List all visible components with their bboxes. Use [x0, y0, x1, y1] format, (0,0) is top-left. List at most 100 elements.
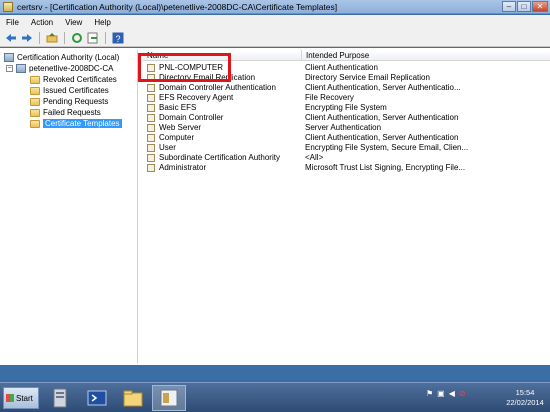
template-list: Name Intended Purpose PNL-COMPUTER Client… [143, 50, 550, 363]
windows-logo-icon [6, 394, 14, 402]
template-purpose: Directory Service Email Replication [305, 73, 430, 82]
template-row[interactable]: EFS Recovery Agent File Recovery [143, 93, 550, 103]
tree-item-revoked[interactable]: Revoked Certificates [30, 74, 117, 85]
window-title: certsrv - [Certification Authority (Loca… [17, 1, 338, 12]
template-purpose: Encrypting File System [305, 103, 387, 112]
volume-icon[interactable]: ◀ [449, 389, 455, 398]
template-row[interactable]: Administrator Microsoft Trust List Signin… [143, 163, 550, 173]
template-purpose: File Recovery [305, 93, 354, 102]
certificate-template-icon [147, 163, 155, 172]
template-name-cell: User [147, 143, 302, 152]
template-purpose: Microsoft Trust List Signing, Encrypting… [305, 163, 466, 172]
menu-file[interactable]: File [6, 18, 19, 27]
template-row[interactable]: Subordinate Certification Authority <All> [143, 153, 550, 163]
taskbar-server-manager-icon[interactable] [44, 385, 78, 411]
certificate-template-icon [147, 133, 155, 142]
toolbar-separator [105, 31, 106, 44]
tree-ca-node[interactable]: − petenetlive-2008DC-CA [6, 63, 114, 74]
template-row[interactable]: Domain Controller Authentication Client A… [143, 83, 550, 93]
template-name: Domain Controller [159, 113, 224, 122]
menu-bar: File Action View Help [0, 15, 550, 29]
minimize-button[interactable]: – [502, 1, 516, 12]
template-purpose: Client Authentication [305, 63, 378, 72]
back-icon[interactable] [4, 31, 18, 45]
template-row[interactable]: Web Server Server Authentication [143, 123, 550, 133]
toolbar: ? [0, 29, 550, 47]
certsrv-app-icon [3, 1, 13, 12]
flag-icon[interactable]: ⚑ [426, 389, 433, 398]
folder-icon [30, 86, 40, 95]
certificate-template-icon [147, 153, 155, 162]
certificate-template-icon [147, 123, 155, 132]
toolbar-separator [64, 31, 65, 44]
template-purpose: Server Authentication [305, 123, 382, 132]
refresh-icon[interactable] [70, 31, 84, 45]
tree-root[interactable]: Certification Authority (Local) [4, 52, 119, 63]
tree-item-label: Failed Requests [43, 108, 101, 117]
template-row[interactable]: Computer Client Authentication, Server Au… [143, 133, 550, 143]
template-name: Subordinate Certification Authority [159, 153, 280, 162]
toolbar-separator [39, 31, 40, 44]
template-name-cell: Domain Controller [147, 113, 302, 122]
menu-help[interactable]: Help [94, 18, 110, 27]
taskbar-explorer-icon[interactable] [116, 385, 150, 411]
template-name: EFS Recovery Agent [159, 93, 234, 102]
menu-view[interactable]: View [65, 18, 82, 27]
system-tray: ⚑ ▣ ◀ ⊘ [426, 389, 466, 398]
template-purpose: Encrypting File System, Secure Email, Cl… [305, 143, 469, 152]
start-label: Start [16, 393, 33, 403]
start-button[interactable]: Start [3, 387, 39, 409]
template-name: Domain Controller Authentication [159, 83, 276, 92]
column-header-purpose[interactable]: Intended Purpose [302, 50, 550, 61]
tree-ca-label: petenetlive-2008DC-CA [29, 64, 114, 73]
template-row[interactable]: Basic EFS Encrypting File System [143, 103, 550, 113]
certificate-template-icon [147, 83, 155, 92]
tree-root-label: Certification Authority (Local) [17, 53, 120, 62]
svg-text:?: ? [116, 34, 121, 44]
up-icon[interactable] [45, 31, 59, 45]
console-content: Certification Authority (Local) − petene… [0, 48, 550, 365]
help-icon[interactable]: ? [111, 31, 125, 45]
tree-item-certificate-templates[interactable]: Certificate Templates [30, 118, 122, 129]
certificate-template-icon [147, 113, 155, 122]
template-name-cell: Administrator [147, 163, 302, 172]
title-bar: certsrv - [Certification Authority (Loca… [0, 0, 550, 14]
template-name: Computer [159, 133, 195, 142]
folder-icon [30, 108, 40, 117]
tree-item-pending[interactable]: Pending Requests [30, 96, 108, 107]
menu-action[interactable]: Action [31, 18, 53, 27]
template-row[interactable]: User Encrypting File System, Secure Email… [143, 143, 550, 153]
notification-icon[interactable]: ⊘ [459, 389, 466, 398]
template-name-cell: Computer [147, 133, 302, 142]
tree-item-label: Certificate Templates [43, 119, 122, 128]
tree-item-label: Pending Requests [43, 97, 109, 106]
template-name-cell: EFS Recovery Agent [147, 93, 302, 102]
certificate-template-icon [147, 93, 155, 102]
certificate-template-icon [147, 143, 155, 152]
taskbar-certsrv-icon[interactable] [152, 385, 186, 411]
forward-icon[interactable] [20, 31, 34, 45]
close-button[interactable]: ✕ [532, 1, 548, 12]
template-name-cell: Basic EFS [147, 103, 302, 112]
template-name: User [159, 143, 176, 152]
export-icon[interactable] [86, 31, 100, 45]
tree-item-failed[interactable]: Failed Requests [30, 107, 101, 118]
template-name: Administrator [159, 163, 207, 172]
maximize-button[interactable]: □ [517, 1, 531, 12]
collapse-icon[interactable]: − [6, 65, 13, 72]
folder-icon [30, 75, 40, 84]
template-name-cell: Domain Controller Authentication [147, 83, 302, 92]
template-name: Basic EFS [159, 103, 197, 112]
template-row[interactable]: Domain Controller Client Authentication, … [143, 113, 550, 123]
network-icon[interactable]: ▣ [437, 389, 445, 398]
console-tree: Certification Authority (Local) − petene… [2, 50, 138, 363]
template-purpose: Client Authentication, Server Authentica… [305, 133, 459, 142]
template-name-cell: Web Server [147, 123, 302, 132]
tree-item-label: Issued Certificates [43, 86, 109, 95]
clock-time: 15:54 [515, 388, 535, 397]
tree-item-issued[interactable]: Issued Certificates [30, 85, 109, 96]
template-name: Web Server [159, 123, 202, 132]
taskbar-powershell-icon[interactable] [80, 385, 114, 411]
clock[interactable]: 15:54 22/02/2014 [502, 388, 548, 408]
template-purpose: <All> [305, 153, 324, 162]
